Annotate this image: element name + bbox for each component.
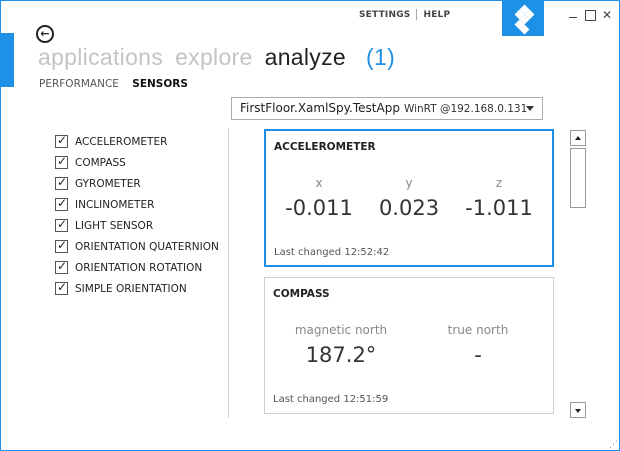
help-link[interactable]: HELP: [423, 10, 450, 20]
target-app-select[interactable]: FirstFloor.XamlSpy.TestApp WinRT @192.168…: [231, 97, 543, 120]
checkbox-checked-icon[interactable]: [55, 280, 68, 295]
accelerometer-card[interactable]: ACCELEROMETER x -0.011 y 0.023 z -1.011 …: [264, 129, 554, 267]
sensor-label: ACCELEROMETER: [75, 135, 168, 148]
nav-count-badge: (1): [366, 44, 396, 70]
card-title: ACCELEROMETER: [274, 141, 376, 153]
checkbox-checked-icon[interactable]: [55, 154, 68, 169]
sensor-item-accelerometer[interactable]: ACCELEROMETER: [55, 131, 219, 152]
reading-label: magnetic north: [294, 323, 388, 337]
sensor-item-gyrometer[interactable]: GYROMETER: [55, 173, 219, 194]
axis-value: -1.011: [465, 196, 533, 220]
nav-explore[interactable]: explore: [175, 44, 253, 70]
last-changed-text: Last changed 12:51:59: [273, 394, 389, 405]
accent-bar: [0, 33, 14, 87]
sensor-item-compass[interactable]: COMPASS: [55, 152, 219, 173]
scroll-down-button[interactable]: [570, 402, 586, 418]
axis-x: x -0.011: [282, 176, 356, 220]
target-app-name: FirstFloor.XamlSpy.TestApp: [240, 101, 400, 115]
minimize-icon[interactable]: [567, 9, 579, 21]
main-nav: applications explore analyze (1): [38, 44, 407, 71]
axis-z: z -1.011: [462, 176, 536, 220]
sensor-label: COMPASS: [75, 156, 126, 169]
checkbox-checked-icon[interactable]: [55, 133, 68, 148]
sensor-label: GYROMETER: [75, 177, 141, 190]
sensor-label: INCLINOMETER: [75, 198, 155, 211]
compass-card[interactable]: COMPASS magnetic north 187.2° true north…: [264, 277, 554, 414]
close-icon[interactable]: ✕: [601, 9, 613, 21]
scroll-up-button[interactable]: [570, 130, 586, 146]
true-north-reading: true north -: [428, 323, 528, 367]
settings-link[interactable]: SETTINGS: [359, 10, 410, 20]
reading-value: 187.2°: [305, 343, 377, 367]
reading-label: true north: [447, 323, 509, 337]
magnetic-north-reading: magnetic north 187.2°: [281, 323, 401, 367]
top-links: SETTINGS HELP: [359, 9, 450, 20]
sensor-label: ORIENTATION ROTATION: [75, 261, 203, 274]
target-platform: WinRT @192.168.0.131: [403, 103, 528, 115]
axis-y: y 0.023: [372, 176, 446, 220]
checkbox-checked-icon[interactable]: [55, 238, 68, 253]
arrow-up-icon: [575, 136, 581, 140]
axis-label: x: [315, 176, 323, 190]
resize-grip-icon[interactable]: ⋰: [609, 441, 618, 450]
sensor-label: ORIENTATION QUATERNION: [75, 240, 219, 253]
checkbox-checked-icon[interactable]: [55, 196, 68, 211]
axis-value: 0.023: [378, 196, 440, 220]
axis-label: y: [405, 176, 413, 190]
checkbox-checked-icon[interactable]: [55, 175, 68, 190]
sensor-item-light-sensor[interactable]: LIGHT SENSOR: [55, 215, 219, 236]
sensor-label: LIGHT SENSOR: [75, 219, 154, 232]
sensor-label: SIMPLE ORIENTATION: [75, 282, 187, 295]
link-separator: [416, 9, 418, 20]
sensor-item-orientation-rotation[interactable]: ORIENTATION ROTATION: [55, 257, 219, 278]
sensor-list: ACCELEROMETER COMPASS GYROMETER INCLINOM…: [55, 131, 219, 299]
axis-value: -0.011: [285, 196, 353, 220]
card-title: COMPASS: [273, 288, 330, 300]
last-changed-text: Last changed 12:52:42: [274, 247, 390, 258]
scrollbar-thumb[interactable]: [570, 148, 586, 208]
chevron-down-icon: [526, 106, 534, 111]
arrow-down-icon: [575, 409, 581, 413]
nav-applications[interactable]: applications: [38, 44, 163, 70]
subtabs: PERFORMANCE SENSORS: [39, 78, 198, 90]
sensor-item-orientation-quaternion[interactable]: ORIENTATION QUATERNION: [55, 236, 219, 257]
reading-value: -: [474, 343, 482, 367]
maximize-icon[interactable]: [584, 9, 596, 21]
sensor-item-inclinometer[interactable]: INCLINOMETER: [55, 194, 219, 215]
tab-performance[interactable]: PERFORMANCE: [39, 78, 119, 90]
tab-sensors[interactable]: SENSORS: [132, 78, 188, 90]
checkbox-checked-icon[interactable]: [55, 217, 68, 232]
panel-divider: [228, 128, 229, 418]
app-logo-icon: [502, 0, 544, 36]
checkbox-checked-icon[interactable]: [55, 259, 68, 274]
axis-label: z: [495, 176, 503, 190]
nav-analyze[interactable]: analyze: [265, 44, 346, 70]
sensor-item-simple-orientation[interactable]: SIMPLE ORIENTATION: [55, 278, 219, 299]
back-arrow-icon[interactable]: ←: [36, 25, 54, 43]
